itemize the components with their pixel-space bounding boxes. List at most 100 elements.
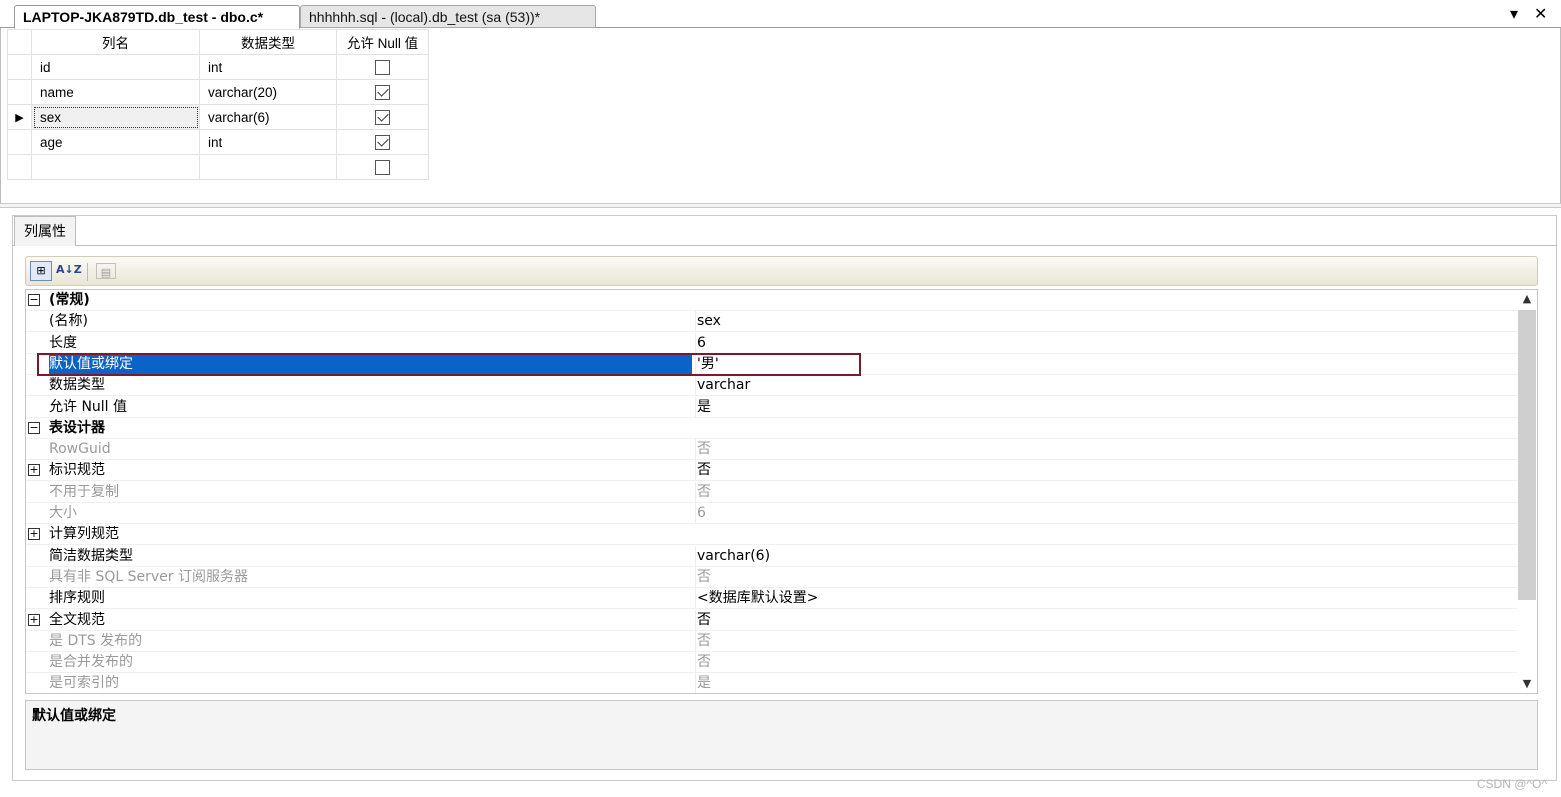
property-name: 允许 Null 值 [49,398,128,415]
property-name: 全文规范 [49,611,105,628]
property-value[interactable]: 否 [695,609,1515,631]
tab-sql-query[interactable]: hhhhhh.sql - (local).db_test (sa (53))* [300,5,596,28]
property-name: 表设计器 [49,419,105,436]
tab-table-designer[interactable]: LAPTOP-JKA879TD.db_test - dbo.c* [14,5,300,29]
table-row[interactable]: name varchar(20) [7,79,429,105]
table-row[interactable] [7,154,429,180]
table-row[interactable]: age int [7,129,429,155]
tab-underline [12,245,1557,246]
property-value[interactable]: 否 [695,460,1515,482]
property-row[interactable]: 排序规则 <数据库默认设置> [26,588,1518,610]
categorized-icon[interactable]: ⊞ [30,261,52,281]
property-category-row[interactable]: − (常规) [26,290,1518,311]
property-value[interactable]: varchar [695,375,1515,397]
column-name-cell[interactable]: age [31,129,200,155]
property-row[interactable]: 是可索引的 是 [26,673,1518,693]
row-selector[interactable] [7,154,32,180]
property-value[interactable]: varchar(6) [695,545,1515,567]
description-title: 默认值或绑定 [32,708,116,724]
header-column-name: 列名 [31,29,200,55]
property-row[interactable]: RowGuid 否 [26,439,1518,461]
data-type-cell[interactable]: varchar(6) [199,104,337,130]
property-name: 数据类型 [49,377,105,394]
property-value[interactable]: 否 [695,439,1515,461]
property-row[interactable]: (名称) sex [26,311,1518,333]
property-name: 具有非 SQL Server 订阅服务器 [49,568,248,585]
property-row[interactable]: + 标识规范 否 [26,460,1518,482]
watermark: CSDN @^O^ [1476,777,1547,791]
expand-icon[interactable]: + [28,613,40,626]
data-type-cell[interactable]: varchar(20) [199,79,337,105]
alphabetical-sort-icon[interactable]: A↓Z [56,261,82,281]
property-value[interactable]: 否 [695,481,1515,503]
allow-null-checkbox[interactable] [375,84,390,100]
property-name: 大小 [49,505,77,521]
property-name: 不用于复制 [49,483,119,500]
property-category-row[interactable]: − 表设计器 [26,417,1518,439]
data-type-cell[interactable]: int [199,129,337,155]
property-row[interactable]: 数据类型 varchar [26,375,1518,397]
property-row[interactable]: + 计算列规范 [26,524,1518,546]
collapse-icon[interactable]: − [28,421,40,434]
expand-icon[interactable]: + [28,528,40,541]
data-type-cell[interactable] [199,154,337,180]
tab-column-properties[interactable]: 列属性 [14,216,76,246]
expand-icon[interactable]: + [28,464,40,477]
data-type-cell[interactable]: int [199,54,337,80]
table-designer-grid-area: 列名 数据类型 允许 Null 值 id int name varchar(20) ▶ s… [0,28,1561,205]
property-row[interactable]: 是合并发布的 否 [26,652,1518,674]
property-row[interactable]: 长度 6 [26,332,1518,354]
tab-list-dropdown-icon[interactable]: ▾ [1510,4,1518,24]
allow-null-cell [336,129,429,155]
allow-null-checkbox[interactable] [375,159,390,175]
property-value[interactable]: 否 [695,566,1515,588]
allow-null-cell [336,104,429,130]
property-name: (名称) [49,313,88,330]
table-row[interactable]: id int [7,54,429,80]
property-row[interactable]: 具有非 SQL Server 订阅服务器 否 [26,566,1518,588]
property-row[interactable]: + 全文规范 否 [26,609,1518,631]
property-value[interactable]: sex [695,311,1515,333]
header-allow-null: 允许 Null 值 [336,29,429,55]
property-name: 标识规范 [49,462,105,479]
property-grid-scrollbar[interactable]: ▲ ▼ [1517,290,1537,693]
collapse-icon[interactable]: − [28,294,40,306]
property-value[interactable]: 否 [695,630,1515,652]
property-row[interactable]: 不用于复制 否 [26,481,1518,503]
property-value[interactable]: 是 [695,396,1515,418]
splitter[interactable] [0,203,1561,208]
property-pages-icon[interactable]: ▤ [96,263,116,279]
scroll-down-icon[interactable]: ▼ [1517,675,1537,693]
scroll-up-icon[interactable]: ▲ [1517,290,1537,308]
property-row[interactable]: 允许 Null 值 是 [26,396,1518,418]
toolbar-separator [87,263,88,281]
row-selector[interactable] [7,129,32,155]
row-selector[interactable] [7,54,32,80]
column-name-cell[interactable]: name [31,79,200,105]
property-row[interactable]: 默认值或绑定 '男' [26,353,1518,375]
property-row[interactable]: 简洁数据类型 varchar(6) [26,545,1518,567]
property-value[interactable]: 6 [695,503,1515,524]
column-name-cell[interactable]: sex [31,104,200,130]
close-document-icon[interactable]: ✕ [1534,4,1547,24]
property-row[interactable]: 大小 6 [26,503,1518,524]
property-value[interactable]: 6 [695,332,1515,354]
scrollbar-thumb[interactable] [1518,310,1536,600]
allow-null-checkbox[interactable] [375,109,390,125]
table-row[interactable]: ▶ sex varchar(6) [7,104,429,130]
property-value[interactable]: '男' [695,353,1515,375]
column-name-cell[interactable]: id [31,54,200,80]
property-value[interactable]: 否 [695,652,1515,674]
allow-null-checkbox[interactable] [375,134,390,150]
allow-null-checkbox[interactable] [375,59,390,75]
property-value[interactable]: <数据库默认设置> [695,588,1515,610]
current-row-indicator-icon[interactable]: ▶ [7,104,32,130]
row-selector[interactable] [7,79,32,105]
column-name-cell[interactable] [31,154,200,180]
allow-null-cell [336,54,429,80]
property-name: 是 DTS 发布的 [49,632,143,649]
column-grid: 列名 数据类型 允许 Null 值 id int name varchar(20) ▶ s… [7,29,429,180]
property-row[interactable]: 是 DTS 发布的 否 [26,630,1518,652]
property-value[interactable]: 是 [695,673,1515,693]
allow-null-cell [336,79,429,105]
